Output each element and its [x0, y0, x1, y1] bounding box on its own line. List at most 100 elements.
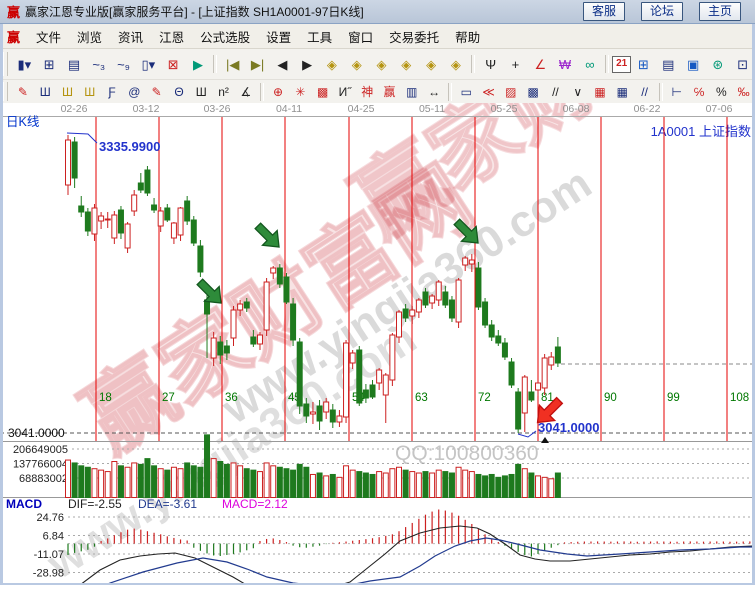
menu-item-1[interactable]: 文件	[28, 25, 69, 48]
menu-item-5[interactable]: 公式选股	[192, 25, 258, 48]
price-scale-button[interactable]: ⊢	[666, 81, 688, 102]
date-label: 07-06	[706, 103, 733, 115]
kk-tool-button[interactable]: И˝	[334, 81, 356, 102]
volume-bar	[337, 477, 342, 497]
kline-style-button[interactable]: ▮▾	[12, 53, 37, 76]
volume-bar	[350, 470, 355, 497]
time-cycle-button[interactable]: Θ	[168, 81, 190, 102]
menu-item-3[interactable]: 资讯	[110, 25, 151, 48]
gann-diamond-up-button[interactable]: ◈	[419, 53, 444, 76]
gann-diamond-expand-button[interactable]: ◈	[369, 53, 394, 76]
shen-tool-button[interactable]: 神	[356, 81, 378, 102]
target-cross-button[interactable]: ⊕	[267, 81, 289, 102]
crosshair-button[interactable]: +	[503, 53, 528, 76]
peak-price-label[interactable]: 3335.9900	[99, 139, 160, 154]
gold-ratio-button[interactable]: Ш	[56, 81, 78, 102]
width-measure-button[interactable]: ↔	[423, 81, 445, 102]
spiral-tool-button[interactable]: @	[123, 81, 145, 102]
speed-fan-button[interactable]: ≪	[477, 81, 499, 102]
calculator-button[interactable]: ⊞	[631, 53, 656, 76]
candle-body	[456, 280, 461, 322]
minute-9-chart-icon[interactable]: ~₉	[111, 53, 136, 76]
forum-button[interactable]: 论坛	[641, 2, 683, 21]
trend-line-button[interactable]: //	[544, 81, 566, 102]
chart-area[interactable]: 赢家财富网赢家财富网www.yingjia360.comwww.yingjia3…	[0, 103, 755, 585]
gann-diamond-left2-button[interactable]: ◈	[394, 53, 419, 76]
v-tool-button[interactable]: ∨	[567, 81, 589, 102]
percent-zone-button[interactable]: ℅	[688, 81, 710, 102]
candle-body	[542, 358, 547, 388]
menu-item-7[interactable]: 工具	[299, 25, 340, 48]
percent-button[interactable]: %	[710, 81, 732, 102]
gann-tool-button[interactable]: ₩	[553, 53, 578, 76]
grid2-tool-button[interactable]: ▦	[611, 81, 633, 102]
candle-body	[138, 183, 143, 190]
indicator-flag-icon[interactable]: ▶	[186, 53, 211, 76]
pattern-search-icon[interactable]: ⊠	[161, 53, 186, 76]
candle-body	[390, 335, 395, 380]
home-button[interactable]: 主页	[699, 2, 741, 21]
ruler-plain-button[interactable]: Ш	[190, 81, 212, 102]
menu-item-6[interactable]: 设置	[258, 25, 299, 48]
candle-style-button[interactable]: ▯▾	[136, 53, 161, 76]
candle-body	[443, 292, 448, 305]
service-button[interactable]: 客服	[583, 2, 625, 21]
menu-item-9[interactable]: 交易委托	[381, 25, 447, 48]
market-window-icon[interactable]: ⊞	[37, 53, 62, 76]
gann-grid-button[interactable]: ▩	[522, 81, 544, 102]
last-bar-button[interactable]: ▶|	[245, 53, 270, 76]
drag-hand-button[interactable]: Ψ	[478, 53, 503, 76]
volume-bar	[423, 472, 428, 498]
f10-info-icon[interactable]: ▤	[62, 53, 87, 76]
measure-123-button[interactable]: ▥	[401, 81, 423, 102]
calendar-button[interactable]: 21	[612, 56, 631, 73]
minute-3-chart-icon[interactable]: ~₃	[86, 53, 111, 76]
volume-bar	[185, 463, 190, 498]
volume-bar	[370, 474, 375, 497]
draw-brush2-button[interactable]: ✎	[146, 81, 168, 102]
volume-bar	[416, 473, 421, 497]
gann-diamond-left-button[interactable]: ◈	[320, 53, 345, 76]
grid-tool-button[interactable]: ▦	[589, 81, 611, 102]
menu-item-10[interactable]: 帮助	[447, 25, 488, 48]
ying-tool-button[interactable]: 赢	[378, 81, 400, 102]
prev-bar-button[interactable]: ◀	[270, 53, 295, 76]
remote-pc-button[interactable]: ⊡	[730, 53, 755, 76]
protractor-button[interactable]: ∡	[235, 81, 257, 102]
first-bar-button[interactable]: |◀	[220, 53, 245, 76]
memo-button[interactable]: ▤	[656, 53, 681, 76]
net-update-button[interactable]: ⊛	[705, 53, 730, 76]
date-label: 03-26	[204, 103, 231, 115]
box-tool-button[interactable]: ▭	[455, 81, 477, 102]
percent-retrace-button[interactable]: ‰	[733, 81, 755, 102]
draw-brush-button[interactable]: ✎	[12, 81, 34, 102]
gold-ratio2-button[interactable]: Ш	[79, 81, 101, 102]
toolbar-separator	[659, 83, 663, 101]
menu-item-2[interactable]: 浏览	[69, 25, 110, 48]
fib-ruler-button[interactable]: Ƒ	[101, 81, 123, 102]
dea-value-label: DEA=-3.61	[138, 497, 197, 511]
gann-box-button[interactable]: ▨	[500, 81, 522, 102]
menu-item-8[interactable]: 窗口	[340, 25, 381, 48]
wave-tool-button[interactable]: ∞	[577, 53, 602, 76]
date-label: 04-11	[276, 103, 302, 115]
kline-chart-svg[interactable]: 赢家财富网赢家财富网www.yingjia360.comwww.yingjia3…	[0, 103, 755, 585]
target-grid-button[interactable]: ▩	[311, 81, 333, 102]
volume-bar	[138, 464, 143, 497]
candle-body	[277, 268, 282, 284]
volume-bar	[324, 476, 329, 498]
gann-diamond-right-button[interactable]: ◈	[344, 53, 369, 76]
next-bar-button[interactable]: ▶	[295, 53, 320, 76]
angle-tool-button[interactable]: ∠	[528, 53, 553, 76]
time-ruler-button[interactable]: Ш	[34, 81, 56, 102]
volume-bar	[443, 472, 448, 498]
n-square-button[interactable]: n²	[212, 81, 234, 102]
parallel-tool-button[interactable]: //	[633, 81, 655, 102]
target-star-button[interactable]: ✳	[289, 81, 311, 102]
gann-diamond-down-button[interactable]: ◈	[444, 53, 469, 76]
candle-body	[509, 362, 514, 385]
low-price-label[interactable]: 3041.0000	[538, 420, 599, 435]
save-button[interactable]: ▣	[681, 53, 706, 76]
volume-bar	[516, 464, 521, 497]
menu-item-4[interactable]: 江恩	[151, 25, 192, 48]
